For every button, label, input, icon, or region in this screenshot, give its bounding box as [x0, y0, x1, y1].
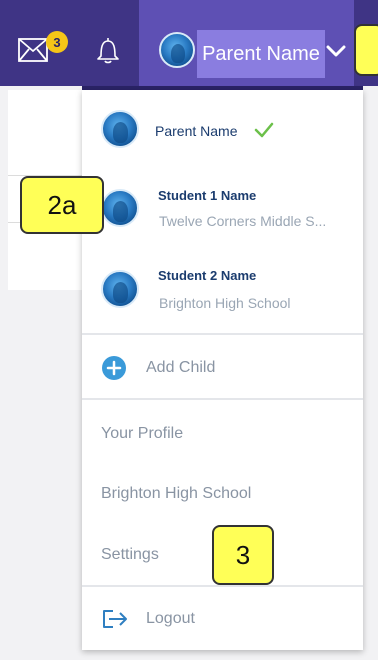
menu-divider [82, 333, 363, 335]
your-profile-link[interactable]: Your Profile [101, 425, 183, 443]
student-avatar [101, 189, 139, 227]
account-school: Brighton High School [159, 295, 291, 311]
menu-divider [82, 585, 363, 587]
callout-label: 2a [20, 176, 104, 234]
add-circle-icon[interactable] [101, 355, 127, 381]
logout-link[interactable]: Logout [146, 610, 195, 628]
checkmark-icon [254, 122, 274, 138]
school-link[interactable]: Brighton High School [101, 485, 251, 503]
account-school: Twelve Corners Middle S... [159, 213, 327, 229]
mail-icon[interactable] [18, 38, 48, 62]
parent-avatar [101, 110, 139, 148]
logout-icon[interactable] [101, 609, 129, 629]
account-name[interactable]: Parent Name [155, 123, 237, 139]
account-name[interactable]: Student 2 Name [158, 268, 256, 283]
account-name[interactable]: Student 1 Name [158, 188, 256, 203]
callout-label: 3 [212, 525, 274, 585]
chevron-down-icon[interactable] [326, 44, 346, 58]
header-user-name[interactable]: Parent Name [197, 30, 325, 78]
add-child-link[interactable]: Add Child [146, 359, 215, 377]
bell-icon[interactable] [95, 36, 121, 64]
header-avatar[interactable] [159, 32, 195, 68]
menu-divider [82, 398, 363, 400]
callout-edge [354, 24, 378, 76]
unread-count-badge: 3 [46, 31, 68, 53]
student-avatar [101, 270, 139, 308]
settings-link[interactable]: Settings [101, 546, 159, 564]
